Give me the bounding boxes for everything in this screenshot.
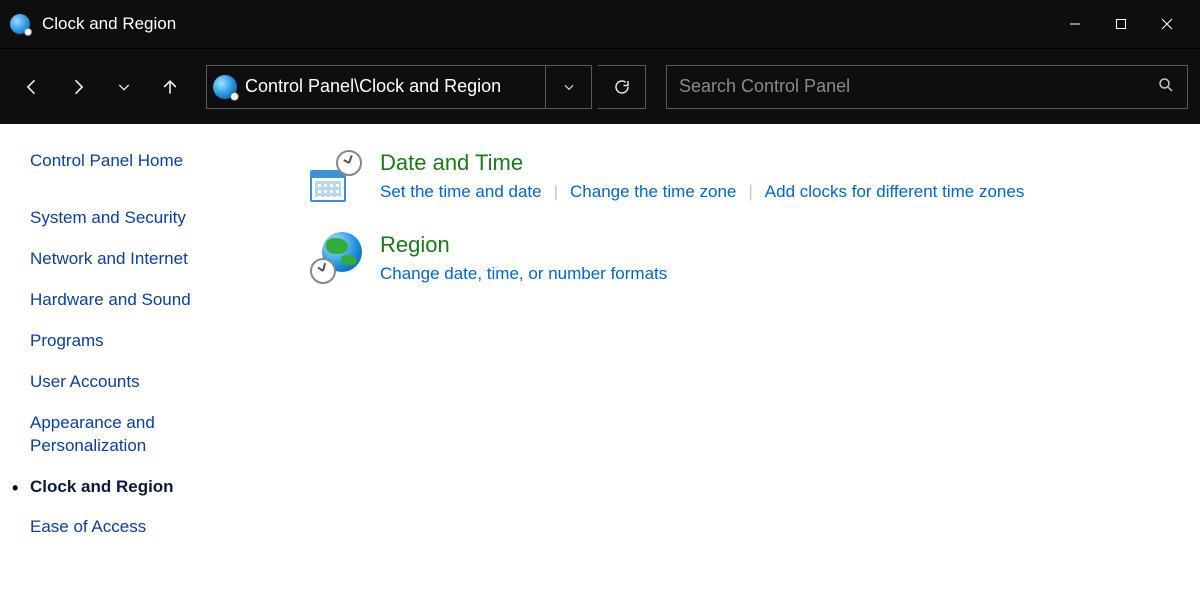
close-button[interactable] <box>1144 4 1190 44</box>
nav-toolbar <box>0 48 1200 124</box>
refresh-button[interactable] <box>598 65 646 109</box>
sidebar-item-network-internet[interactable]: Network and Internet <box>30 248 300 271</box>
window-title: Clock and Region <box>42 14 176 34</box>
separator: | <box>748 182 752 202</box>
minimize-button[interactable] <box>1052 4 1098 44</box>
category-heading-date-and-time[interactable]: Date and Time <box>380 150 1024 176</box>
maximize-button[interactable] <box>1098 4 1144 44</box>
category-region: Region Change date, time, or number form… <box>310 232 1170 284</box>
address-input[interactable] <box>245 76 545 97</box>
sidebar-item-clock-region[interactable]: Clock and Region <box>30 476 300 499</box>
sidebar-item-hardware-sound[interactable]: Hardware and Sound <box>30 289 300 312</box>
search-input[interactable] <box>679 76 1157 97</box>
category-heading-region[interactable]: Region <box>380 232 667 258</box>
main-panel: Date and Time Set the time and date | Ch… <box>300 124 1200 600</box>
sidebar-item-ease-of-access[interactable]: Ease of Access <box>30 516 300 539</box>
search-icon <box>1157 76 1175 98</box>
back-button[interactable] <box>12 67 52 107</box>
task-set-time-and-date[interactable]: Set the time and date <box>380 182 542 202</box>
separator: | <box>554 182 558 202</box>
control-panel-icon <box>213 75 237 99</box>
app-icon <box>10 14 30 34</box>
category-date-and-time: Date and Time Set the time and date | Ch… <box>310 150 1170 202</box>
task-change-time-zone[interactable]: Change the time zone <box>570 182 736 202</box>
date-and-time-icon <box>310 150 362 202</box>
forward-button[interactable] <box>58 67 98 107</box>
address-bar[interactable] <box>206 65 592 109</box>
search-bar[interactable] <box>666 65 1188 109</box>
sidebar-home-link[interactable]: Control Panel Home <box>30 150 300 173</box>
sidebar-item-programs[interactable]: Programs <box>30 330 300 353</box>
region-icon <box>310 232 362 284</box>
sidebar-item-appearance-personalization[interactable]: Appearance and Personalization <box>30 412 200 458</box>
titlebar: Clock and Region <box>0 0 1200 48</box>
content-area: Control Panel Home System and Security N… <box>0 124 1200 600</box>
task-change-formats[interactable]: Change date, time, or number formats <box>380 264 667 284</box>
sidebar-item-user-accounts[interactable]: User Accounts <box>30 371 300 394</box>
recent-locations-button[interactable] <box>104 67 144 107</box>
task-add-clocks[interactable]: Add clocks for different time zones <box>765 182 1025 202</box>
sidebar-item-system-security[interactable]: System and Security <box>30 207 300 230</box>
address-dropdown-button[interactable] <box>545 66 591 108</box>
up-button[interactable] <box>150 67 190 107</box>
sidebar: Control Panel Home System and Security N… <box>0 124 300 600</box>
